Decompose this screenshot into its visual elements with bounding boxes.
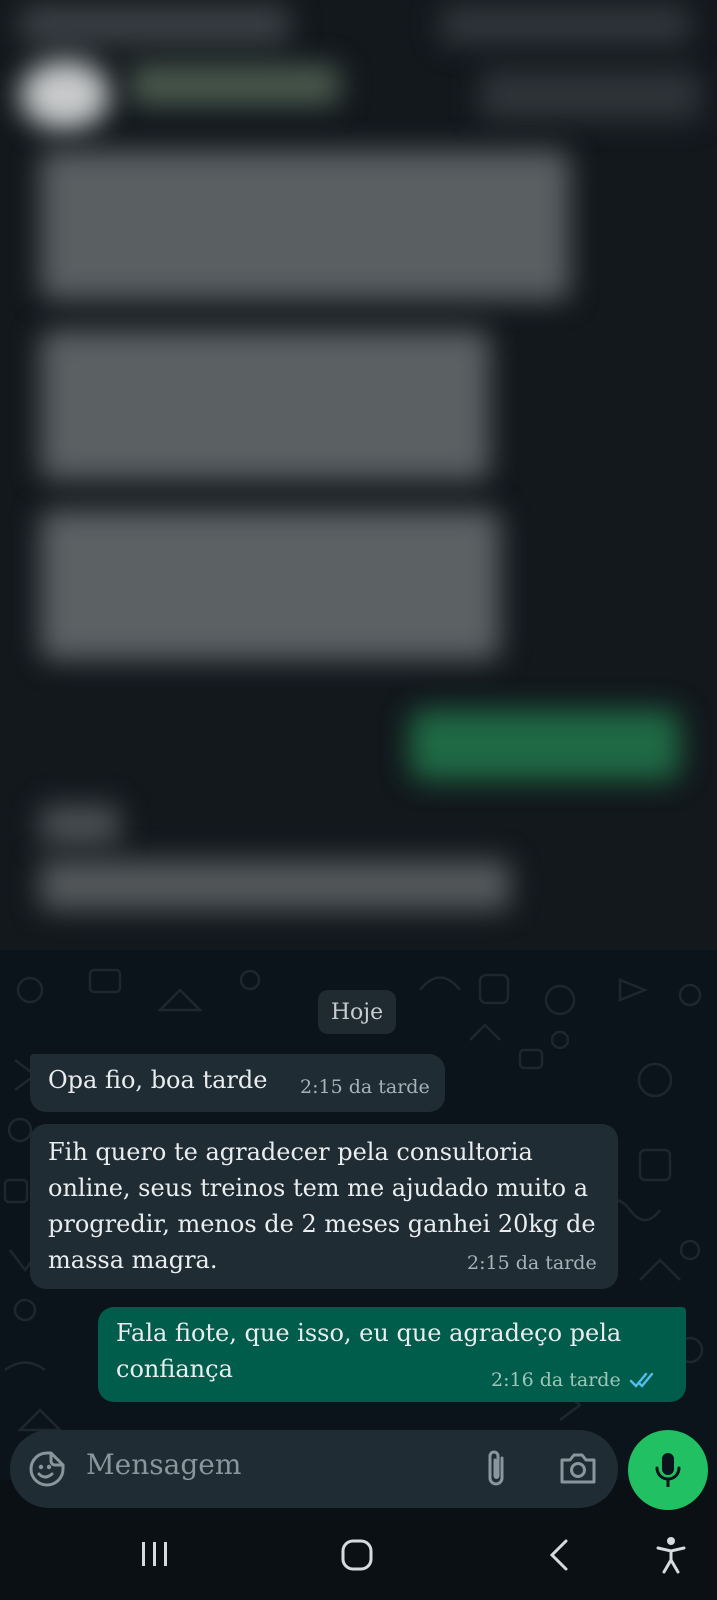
message-composer[interactable]: Mensagem — [10, 1430, 618, 1508]
blurred-contact-name — [130, 65, 340, 105]
mic-icon — [655, 1453, 681, 1487]
date-divider: Hoje — [318, 990, 396, 1034]
message-input[interactable]: Mensagem — [86, 1448, 241, 1481]
blurred-message-bubble — [40, 150, 570, 300]
blurred-status-bar — [20, 5, 290, 45]
incoming-message[interactable]: Opa fio, boa tarde 2:15 da tarde — [30, 1054, 445, 1112]
home-icon — [341, 1539, 373, 1571]
accessibility-icon — [656, 1537, 686, 1574]
accessibility-button[interactable] — [655, 1536, 687, 1574]
home-button[interactable] — [340, 1538, 374, 1572]
emoji-icon[interactable] — [28, 1450, 66, 1488]
blurred-contact-avatar — [20, 60, 110, 130]
message-text: Opa fio, boa tarde — [48, 1066, 268, 1094]
recent-apps-icon — [142, 1542, 167, 1566]
voice-message-button[interactable] — [628, 1430, 708, 1510]
blurred-message-bubble — [40, 860, 510, 910]
back-button[interactable] — [548, 1538, 570, 1572]
read-receipt-icon — [629, 1372, 653, 1388]
system-navigation-bar — [0, 1510, 717, 1600]
back-icon — [549, 1539, 568, 1571]
message-timestamp: 2:15 da tarde — [300, 1076, 430, 1098]
attach-icon[interactable] — [480, 1448, 514, 1490]
incoming-message[interactable]: Fih quero te agradecer pela consultoria … — [30, 1124, 618, 1289]
message-timestamp: 2:16 da tarde — [491, 1369, 621, 1391]
blurred-small-element — [40, 805, 120, 845]
blurred-conversation-area — [0, 0, 717, 965]
blurred-message-bubble — [40, 330, 490, 480]
blurred-outgoing-bubble — [410, 710, 680, 780]
blurred-message-bubble — [40, 510, 500, 660]
blurred-status-icons — [440, 5, 690, 45]
message-meta: 2:16 da tarde — [491, 1369, 657, 1391]
camera-icon[interactable] — [558, 1450, 598, 1486]
recent-apps-button[interactable] — [140, 1540, 170, 1568]
outgoing-message[interactable]: Fala fiote, que isso, eu que agradeço pe… — [98, 1307, 686, 1402]
blurred-header-actions — [480, 70, 700, 120]
message-timestamp: 2:15 da tarde — [467, 1252, 597, 1274]
